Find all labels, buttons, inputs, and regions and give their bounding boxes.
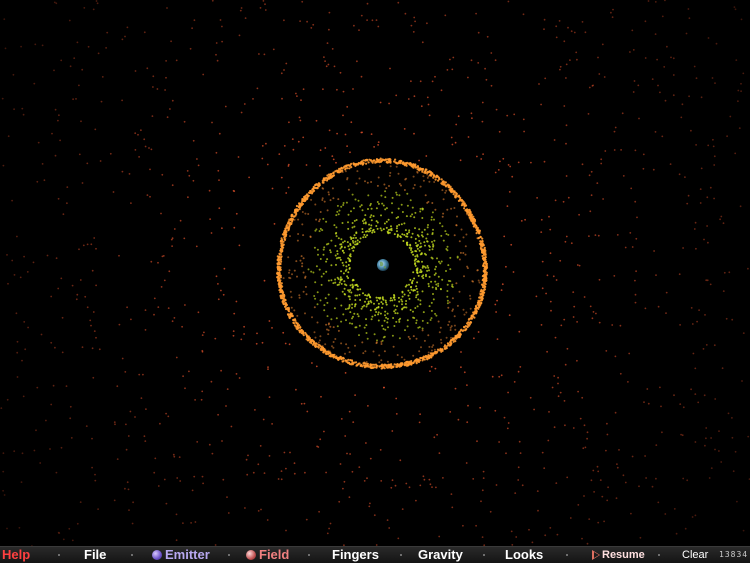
resume-button[interactable]: Resume [592, 547, 645, 563]
separator-dot [131, 554, 133, 556]
emitter-label: Emitter [165, 547, 210, 562]
resume-label: Resume [602, 549, 645, 561]
file-label: File [84, 547, 107, 562]
separator-dot [566, 554, 568, 556]
separator-dot [483, 554, 485, 556]
emitter-button[interactable]: Emitter [152, 547, 210, 563]
particle-count: 13834 [719, 550, 749, 559]
separator-dot [400, 554, 402, 556]
gravity-label: Gravity [418, 547, 463, 562]
help-label: Help [2, 547, 31, 562]
separator-dot [658, 554, 660, 556]
looks-button[interactable]: Looks [505, 547, 543, 563]
particle-field[interactable] [0, 0, 750, 546]
field-button[interactable]: Field [246, 547, 289, 563]
gravity-button[interactable]: Gravity [418, 547, 463, 563]
field-ball-icon [246, 550, 256, 560]
play-icon [592, 550, 600, 560]
particle-counter: 13834 [719, 547, 748, 563]
clear-button[interactable]: Clear [682, 547, 708, 563]
emitter-ball-icon [152, 550, 162, 560]
field-label: Field [259, 547, 290, 562]
separator-dot [58, 554, 60, 556]
file-button[interactable]: File [84, 547, 106, 563]
help-button[interactable]: Help [2, 547, 30, 563]
earth-globe-icon [377, 259, 389, 271]
particle-canvas[interactable] [0, 0, 750, 546]
looks-label: Looks [505, 547, 544, 562]
clear-label: Clear [682, 549, 709, 561]
fingers-button[interactable]: Fingers [332, 547, 379, 563]
bottom-toolbar: Help File Emitter Field Fingers Gravity … [0, 546, 750, 563]
fingers-label: Fingers [332, 547, 379, 562]
separator-dot [308, 554, 310, 556]
separator-dot [228, 554, 230, 556]
